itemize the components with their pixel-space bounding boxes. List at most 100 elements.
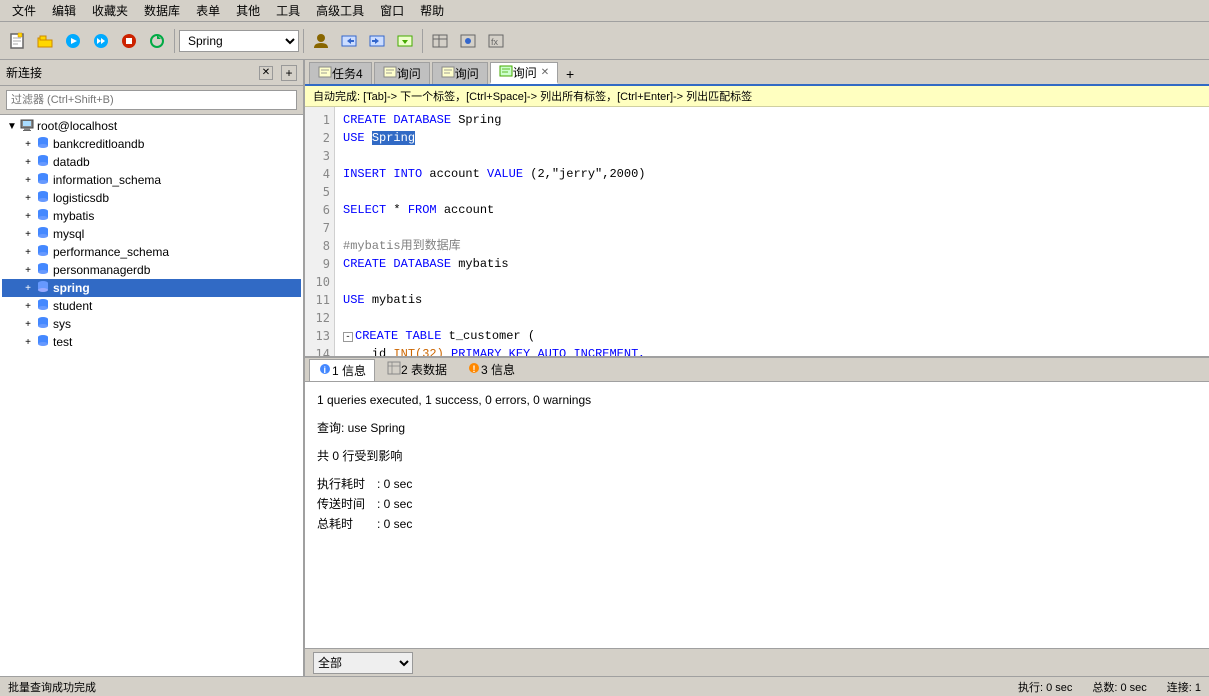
tab-query2[interactable]: 询问 [432, 62, 488, 84]
tree-item-info-schema[interactable]: + information_schema [2, 171, 301, 189]
db-icon-student [36, 298, 50, 314]
db-mybatis-label: mybatis [53, 209, 94, 223]
menu-file[interactable]: 文件 [4, 0, 44, 21]
tab-query2-label: 询问 [455, 65, 479, 82]
separator3 [422, 29, 423, 53]
sidebar-add-button[interactable]: + [281, 65, 297, 81]
expand-bankcredit[interactable]: + [20, 136, 36, 152]
expand-sys[interactable]: + [20, 316, 36, 332]
result-line3: 共 0 行受到影响 [317, 446, 1197, 466]
kw-create-table: CREATE TABLE [355, 329, 449, 343]
code-line-8: #mybatis用到数据库 [343, 237, 1201, 255]
sidebar-close-button[interactable]: ✕ [259, 66, 273, 80]
menu-other[interactable]: 其他 [228, 0, 268, 21]
tree-item-mybatis[interactable]: + mybatis [2, 207, 301, 225]
menu-table[interactable]: 表单 [188, 0, 228, 21]
kw-mybatis: mybatis [458, 257, 508, 271]
kw-account2: account [444, 203, 494, 217]
status-right: 执行: 0 sec 总数: 0 sec 连接: 1 [1018, 679, 1201, 695]
status-exec: 执行: 0 sec [1018, 679, 1072, 695]
filter-select[interactable]: 全部 信息 错误 警告 [313, 652, 413, 674]
tab-add-button[interactable]: + [560, 64, 580, 84]
menu-database[interactable]: 数据库 [136, 0, 188, 21]
tab-query3[interactable]: 询问 ✕ [490, 62, 558, 84]
tab-query3-label: 询问 [513, 64, 537, 81]
toolbar-btn-export[interactable] [336, 28, 362, 54]
toolbar-btn-new[interactable] [4, 28, 30, 54]
filter-input[interactable] [6, 90, 297, 110]
code-line-2: USE Spring [343, 129, 1201, 147]
tree-item-sys[interactable]: + sys [2, 315, 301, 333]
svg-text:fx: fx [491, 37, 499, 47]
hint-bar: 自动完成: [Tab]-> 下一个标签，[Ctrl+Space]-> 列出所有标… [305, 86, 1209, 107]
toolbar-btn-run[interactable] [60, 28, 86, 54]
menu-tools[interactable]: 工具 [268, 0, 308, 21]
toolbar-btn-fast[interactable] [88, 28, 114, 54]
db-icon-test [36, 334, 50, 350]
expand-personmgr[interactable]: + [20, 262, 36, 278]
expand-info-schema[interactable]: + [20, 172, 36, 188]
kw-create2: CREATE DATABASE [343, 257, 458, 271]
tree-item-student[interactable]: + student [2, 297, 301, 315]
code-line-11: USE mybatis [343, 291, 1201, 309]
menu-edit[interactable]: 编辑 [44, 0, 84, 21]
tree-item-perf-schema[interactable]: + performance_schema [2, 243, 301, 261]
expand-student[interactable]: + [20, 298, 36, 314]
code-line-10 [343, 273, 1201, 291]
expand-datadb[interactable]: + [20, 154, 36, 170]
db-perf-label: performance_schema [53, 245, 169, 259]
expand-root[interactable]: ▼ [4, 118, 20, 134]
collapse-icon[interactable]: - [343, 332, 353, 342]
tree-item-logistics[interactable]: + logisticsdb [2, 189, 301, 207]
result-tab-info1-icon: i [318, 362, 332, 379]
expand-test[interactable]: + [20, 334, 36, 350]
connection-dropdown[interactable]: Spring [179, 30, 299, 52]
toolbar-btn-import[interactable] [364, 28, 390, 54]
right-panel: 任务4 询问 询问 询问 ✕ + [305, 60, 1209, 676]
kw-from: FROM [408, 203, 444, 217]
kw-values: (2,"jerry",2000) [530, 167, 645, 181]
toolbar-btn-table-mgr[interactable] [427, 28, 453, 54]
tree-view: ▼ root@localhost + bankcreditloandb + [0, 115, 303, 676]
toolbar-btn-open[interactable] [32, 28, 58, 54]
tree-item-root[interactable]: ▼ root@localhost [2, 117, 301, 135]
toolbar-btn-refresh[interactable] [144, 28, 170, 54]
tree-item-datadb[interactable]: + datadb [2, 153, 301, 171]
menu-favorites[interactable]: 收藏夹 [84, 0, 136, 21]
db-info-label: information_schema [53, 173, 161, 187]
toolbar-btn-user[interactable] [308, 28, 334, 54]
tree-item-test[interactable]: + test [2, 333, 301, 351]
db-student-label: student [53, 299, 92, 313]
status-message: 批量查询成功完成 [8, 679, 96, 695]
menu-window[interactable]: 窗口 [372, 0, 412, 21]
result-tab-info3[interactable]: ! 3 信息 [459, 359, 523, 380]
result-tab-info1[interactable]: i 1 信息 [309, 359, 375, 381]
tree-item-spring[interactable]: + spring [2, 279, 301, 297]
db-icon-perf [36, 244, 50, 260]
tab-query3-close[interactable]: ✕ [541, 67, 549, 78]
toolbar-btn-proc[interactable]: fx [483, 28, 509, 54]
db-datadb-label: datadb [53, 155, 90, 169]
result-tab-tabledata[interactable]: 2 表数据 [379, 359, 455, 380]
tree-item-bankcredit[interactable]: + bankcreditloandb [2, 135, 301, 153]
expand-mybatis[interactable]: + [20, 208, 36, 224]
toolbar-btn-view[interactable] [455, 28, 481, 54]
line-numbers: 12345 678910 1112131415 [305, 107, 335, 356]
toolbar-btn-stop[interactable] [116, 28, 142, 54]
expand-mysql[interactable]: + [20, 226, 36, 242]
menu-help[interactable]: 帮助 [412, 0, 452, 21]
toolbar-btn-down[interactable] [392, 28, 418, 54]
result-spacer1 [317, 410, 1197, 418]
tree-item-personmgr[interactable]: + personmanagerdb [2, 261, 301, 279]
expand-spring[interactable]: + [20, 280, 36, 296]
tab-query1[interactable]: 询问 [374, 62, 430, 84]
expand-perf[interactable]: + [20, 244, 36, 260]
tree-item-mysql[interactable]: + mysql [2, 225, 301, 243]
menu-advanced[interactable]: 高级工具 [308, 0, 372, 21]
editor-result-container: 12345 678910 1112131415 CREATE DATABASE … [305, 107, 1209, 676]
tab-query1-label: 询问 [397, 65, 421, 82]
expand-logistics[interactable]: + [20, 190, 36, 206]
code-editor[interactable]: CREATE DATABASE Spring USE Spring INSERT… [335, 107, 1209, 356]
tab-task4[interactable]: 任务4 [309, 62, 372, 84]
db-test-label: test [53, 335, 72, 349]
